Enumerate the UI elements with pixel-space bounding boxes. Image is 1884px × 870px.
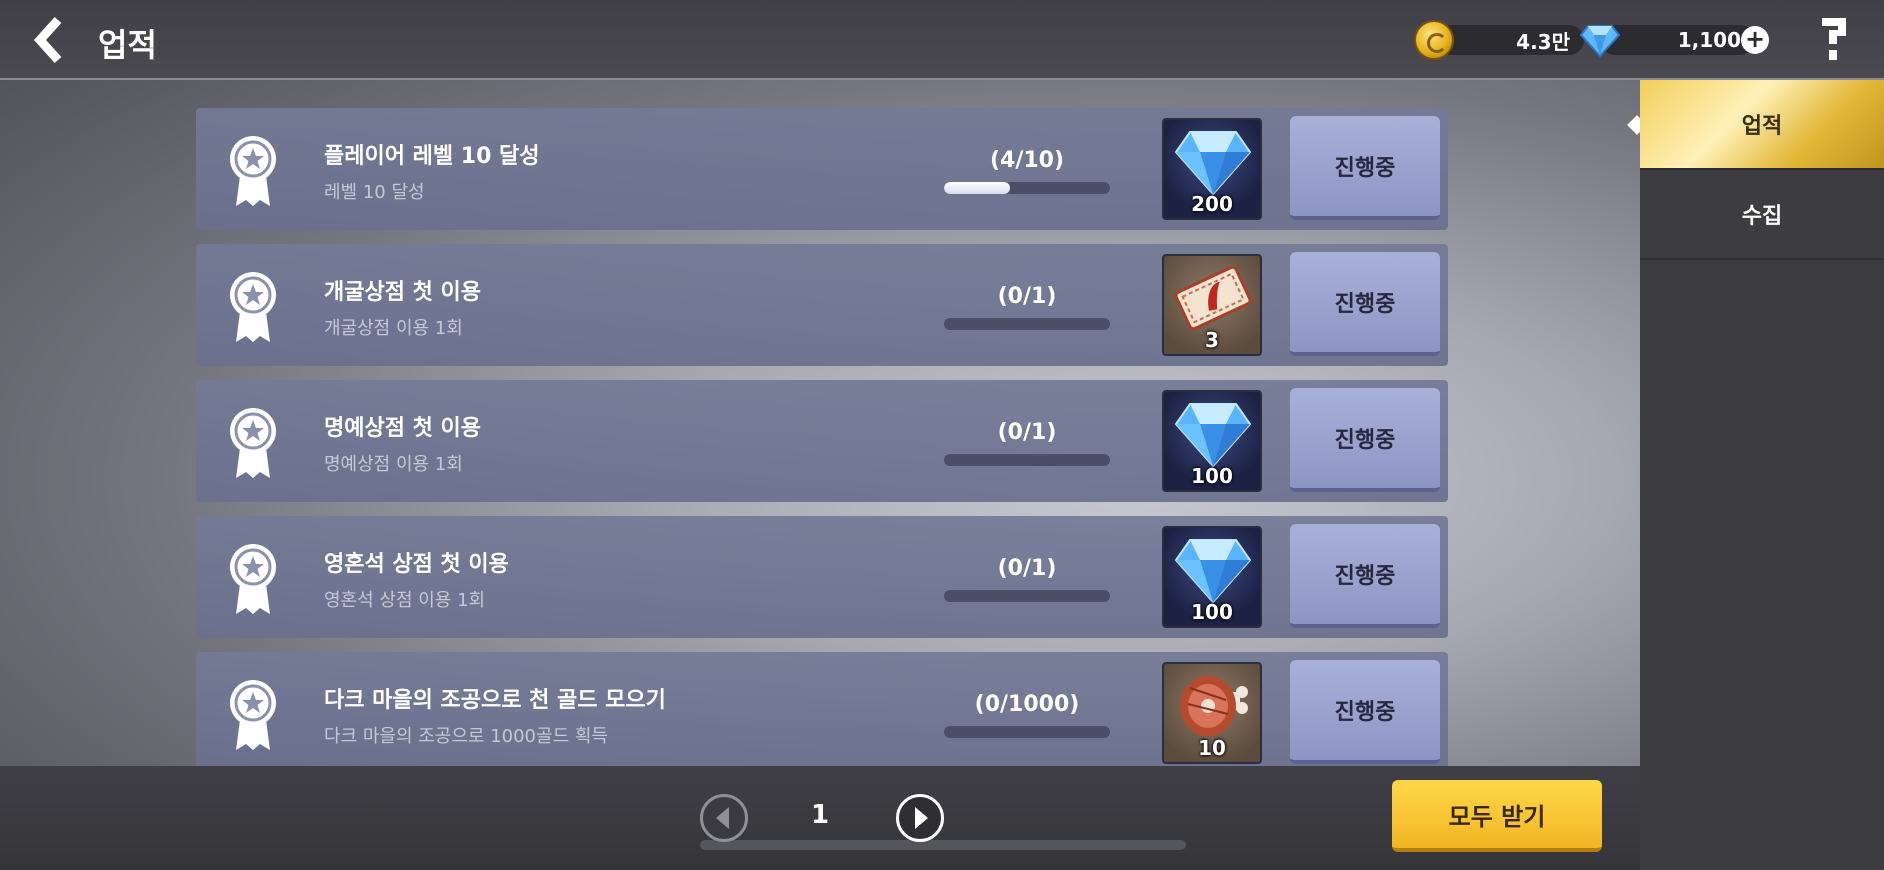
achievement-row: 명예상점 첫 이용 명예상점 이용 1회 (0/1) 100 진행중	[196, 380, 1448, 502]
reward-item[interactable]: 100	[1162, 526, 1262, 628]
medal-icon	[230, 272, 276, 342]
reward-count: 100	[1191, 600, 1233, 624]
medal-icon	[230, 136, 276, 206]
triangle-left-icon	[716, 807, 729, 829]
reward-item[interactable]: 10	[1162, 662, 1262, 764]
question-mark-icon	[1822, 18, 1846, 60]
status-button[interactable]: 진행중	[1290, 116, 1440, 220]
prev-page-button[interactable]	[700, 794, 748, 842]
gem-icon	[1174, 403, 1252, 468]
reward-count: 200	[1191, 192, 1233, 216]
achievement-row: 개굴상점 첫 이용 개굴상점 이용 1회 (0/1) 3 진행중	[196, 244, 1448, 366]
meat-icon	[1180, 676, 1248, 736]
achievement-title: 명예상점 첫 이용	[324, 416, 481, 441]
gem-amount: 1,100	[1600, 25, 1755, 55]
achievement-description: 레벨 10 달성	[324, 182, 425, 203]
gem-icon	[1174, 131, 1252, 196]
progress-bar	[944, 726, 1110, 738]
achievement-row: 영혼석 상점 첫 이용 영혼석 상점 이용 1회 (0/1) 100 진행중	[196, 516, 1448, 638]
gold-coin-icon	[1414, 20, 1454, 60]
sidebar: 업적 수집	[1640, 80, 1884, 870]
reward-item[interactable]: 100	[1162, 390, 1262, 492]
gem-icon	[1174, 539, 1252, 604]
medal-icon	[230, 680, 276, 750]
progress-text: (0/1000)	[974, 692, 1080, 717]
progress-bar	[944, 318, 1110, 330]
medal-icon	[230, 544, 276, 614]
achievement-title: 영혼석 상점 첫 이용	[324, 552, 509, 577]
status-button[interactable]: 진행중	[1290, 252, 1440, 356]
chevron-left-icon	[33, 16, 62, 64]
gold-currency: 4.3만	[1414, 20, 1584, 60]
achievement-description: 명예상점 이용 1회	[324, 454, 463, 475]
progress-text: (4/10)	[989, 148, 1065, 173]
achievement-title: 플레이어 레벨 10 달성	[324, 144, 540, 169]
progress-text: (0/1)	[997, 420, 1057, 445]
achievement-title: 개굴상점 첫 이용	[324, 280, 481, 305]
achievement-row: 다크 마을의 조공으로 천 골드 모으기 다크 마을의 조공으로 1000골드 …	[196, 652, 1448, 766]
help-button[interactable]	[1818, 14, 1850, 64]
add-gems-button[interactable]: +	[1741, 26, 1769, 54]
medal-icon	[230, 408, 276, 478]
progress-text: (0/1)	[997, 556, 1057, 581]
claim-all-button[interactable]: 모두 받기	[1392, 780, 1602, 852]
tab-achievements[interactable]: 업적	[1640, 80, 1884, 170]
reward-item[interactable]: 3	[1162, 254, 1262, 356]
reward-count: 100	[1191, 464, 1233, 488]
back-button[interactable]	[28, 14, 68, 66]
achievement-title: 다크 마을의 조공으로 천 골드 모으기	[324, 688, 666, 713]
page-number: 1	[810, 800, 830, 830]
page-title: 업적	[98, 26, 157, 64]
progress-text: (0/1)	[997, 284, 1057, 309]
plus-icon: +	[1744, 25, 1766, 53]
ticket-icon	[1174, 265, 1252, 331]
gem-currency: 1,100 +	[1580, 22, 1769, 58]
reward-count: 3	[1205, 328, 1219, 352]
achievement-row: 플레이어 레벨 10 달성 레벨 10 달성 (4/10) 200 진행중	[196, 108, 1448, 230]
reward-count: 10	[1198, 736, 1226, 760]
progress-bar	[944, 182, 1110, 194]
status-button[interactable]: 진행중	[1290, 388, 1440, 492]
achievement-description: 영혼석 상점 이용 1회	[324, 590, 486, 611]
gold-amount: 4.3만	[1434, 25, 1584, 55]
gem-icon	[1580, 25, 1620, 58]
achievement-description: 개굴상점 이용 1회	[324, 318, 463, 339]
next-page-button[interactable]	[896, 794, 944, 842]
tab-collection[interactable]: 수집	[1640, 170, 1884, 260]
progress-fill	[944, 182, 1011, 194]
pagination-track	[700, 840, 1186, 850]
status-button[interactable]: 진행중	[1290, 660, 1440, 764]
progress-bar	[944, 590, 1110, 602]
reward-item[interactable]: 200	[1162, 118, 1262, 220]
progress-bar	[944, 454, 1110, 466]
achievement-description: 다크 마을의 조공으로 1000골드 획득	[324, 726, 608, 747]
status-button[interactable]: 진행중	[1290, 524, 1440, 628]
achievement-list[interactable]: 플레이어 레벨 10 달성 레벨 10 달성 (4/10) 200 진행중 개굴…	[196, 108, 1448, 766]
triangle-right-icon	[915, 807, 928, 829]
top-bar: 업적 4.3만 1,100 +	[0, 0, 1884, 80]
